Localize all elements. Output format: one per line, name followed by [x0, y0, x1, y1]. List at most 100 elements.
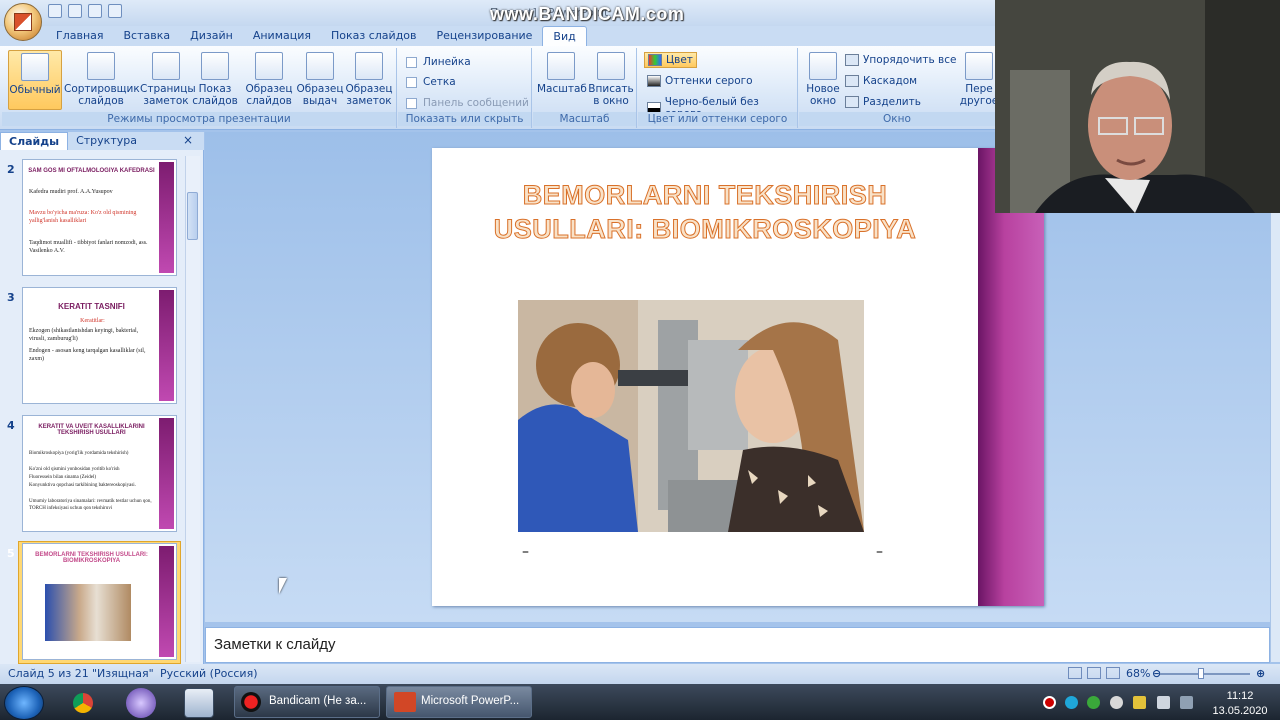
- tab-animation[interactable]: Анимация: [243, 26, 321, 46]
- arrange-all-button[interactable]: Упорядочить все: [845, 54, 956, 66]
- explorer-icon[interactable]: [184, 688, 214, 718]
- status-bar: Слайд 5 из 21 "Изящная" Русский (Россия)…: [0, 664, 1280, 684]
- slide-number: 5: [7, 547, 15, 560]
- slide-accent-bar: [159, 546, 174, 657]
- notes-page-button[interactable]: Страницы заметок: [140, 50, 196, 107]
- tab-view[interactable]: Вид: [542, 26, 587, 46]
- skype-icon[interactable]: [1065, 696, 1078, 709]
- thumb-line: Mavzu bo'yicha ma'ruza: Ko'z old qismini…: [29, 210, 137, 224]
- group-color-grayscale: Цвет Оттенки серого Черно-белый без серо…: [638, 48, 798, 128]
- slide-thumbnail-2[interactable]: SAM GOS MI OFTALMOLOGIYA KAFEDRASI Kafed…: [22, 159, 177, 276]
- thumb-line: Ekzogen (shikastlanishdan keyingi, bakte…: [29, 328, 139, 342]
- start-button[interactable]: [4, 686, 44, 720]
- magnifier-icon: [547, 52, 575, 80]
- thumb-title: KERATIT VA UVEIT KASALLIKLARINI TEKSHIRI…: [38, 424, 145, 436]
- tab-home[interactable]: Главная: [46, 26, 114, 46]
- group-window: Новое окно Упорядочить все Каскадом Разде…: [799, 48, 998, 128]
- normal-view-icon[interactable]: [1068, 667, 1082, 679]
- slide-thumbnail-4[interactable]: KERATIT VA UVEIT KASALLIKLARINI TEKSHIRI…: [22, 415, 177, 532]
- office-button[interactable]: [4, 3, 42, 41]
- cascade-button[interactable]: Каскадом: [845, 75, 917, 87]
- ruler-checkbox[interactable]: Линейка: [406, 56, 471, 68]
- message-bar-checkbox: Панель сообщений: [406, 97, 529, 109]
- zoom-in-icon[interactable]: ⊕: [1256, 667, 1265, 680]
- language[interactable]: Русский (Россия): [160, 667, 258, 680]
- normal-view-button[interactable]: Обычный: [8, 50, 62, 110]
- slide-show-button[interactable]: Показ слайдов: [192, 50, 238, 107]
- grayscale-icon: [647, 75, 661, 87]
- slide-master-button[interactable]: Образец слайдов: [244, 50, 294, 107]
- flag-icon[interactable]: [1133, 696, 1146, 709]
- split-icon: [845, 96, 859, 108]
- zoom-slider[interactable]: [1160, 673, 1250, 675]
- grayscale-button[interactable]: Оттенки серого: [647, 75, 753, 87]
- slide-sorter-icon: [87, 52, 115, 80]
- record-tray-icon[interactable]: [1043, 696, 1056, 709]
- notes-master-button[interactable]: Образец заметок: [344, 50, 394, 107]
- group-label: Окно: [799, 112, 995, 126]
- tab-slideshow[interactable]: Показ слайдов: [321, 26, 427, 46]
- grid-checkbox[interactable]: Сетка: [406, 76, 456, 88]
- tab-review[interactable]: Рецензирование: [427, 26, 543, 46]
- fit-window-icon: [597, 52, 625, 80]
- tab-outline[interactable]: Структура: [68, 132, 145, 150]
- tab-insert[interactable]: Вставка: [114, 26, 181, 46]
- slide-photo[interactable]: [518, 300, 864, 532]
- slide-accent-bar: [159, 290, 174, 401]
- split-button[interactable]: Разделить: [845, 96, 921, 108]
- slide-dash-right: –: [876, 544, 883, 560]
- ribbon: Обычный Сортировщик слайдов Страницы замет…: [0, 46, 998, 130]
- undo-icon[interactable]: [68, 4, 82, 18]
- slide-thumbnail-3[interactable]: KERATIT TASNIFI Keratitlar: Ekzogen (shi…: [22, 287, 177, 404]
- slide-sorter-button[interactable]: Сортировщик слайдов: [64, 50, 140, 107]
- recorder-watermark: www.BANDICAM.com: [490, 4, 685, 24]
- print-icon[interactable]: [108, 4, 122, 18]
- group-show-hide: Линейка Сетка Панель сообщений Показать …: [398, 48, 532, 128]
- chrome-icon[interactable]: [68, 688, 98, 718]
- normal-view-icon: [21, 53, 49, 81]
- record-icon: [241, 692, 261, 712]
- slide-show-icon: [201, 52, 229, 80]
- group-presentation-views: Обычный Сортировщик слайдов Страницы замет…: [2, 48, 397, 128]
- thumb-line: Konyunktiva qopchasi tarkibining baktere…: [29, 483, 136, 488]
- slide-title[interactable]: BEMORLARNI TEKSHIRISH USULLARI: BIOMIKROS…: [480, 178, 930, 246]
- save-icon[interactable]: [48, 4, 62, 18]
- thumb-title: KERATIT TASNIFI: [58, 302, 125, 311]
- app-tray-icon[interactable]: [1087, 696, 1100, 709]
- new-window-button[interactable]: Новое окно: [803, 50, 843, 107]
- slide-thumbnail-5[interactable]: BEMORLARNI TEKSHIRISH USULLARI: BIOMIKRO…: [22, 543, 177, 660]
- theme-name: "Изящная": [92, 667, 154, 680]
- fit-to-window-button[interactable]: Вписать в окно: [587, 50, 635, 107]
- group-zoom: Масштаб Вписать в окно Масштаб: [533, 48, 637, 128]
- scrollbar-thumb[interactable]: [187, 192, 198, 240]
- thumb-line: Endogen - asosan keng tarqalgan kasallik…: [29, 348, 146, 362]
- thumb-line: Taqdimot muallifi - tibbiyot fanlari nom…: [29, 240, 148, 254]
- redo-icon[interactable]: [88, 4, 102, 18]
- tab-slides[interactable]: Слайды: [0, 132, 69, 150]
- switch-windows-button[interactable]: Пере другое: [959, 50, 999, 107]
- thumb-line: Biomikroskopiya (yorig'lik yordamida tek…: [29, 451, 129, 456]
- sorter-view-icon[interactable]: [1087, 667, 1101, 679]
- color-button[interactable]: Цвет: [644, 52, 697, 68]
- volume-icon[interactable]: [1157, 696, 1170, 709]
- zoom-button[interactable]: Масштаб: [537, 50, 587, 95]
- slideshow-view-icon[interactable]: [1106, 667, 1120, 679]
- close-pane-icon[interactable]: ×: [183, 133, 193, 147]
- presenter-webcam: [995, 0, 1280, 213]
- slide-number: 4: [7, 419, 15, 432]
- slide-accent-bar: [978, 148, 1044, 606]
- tab-design[interactable]: Дизайн: [180, 26, 243, 46]
- media-player-icon[interactable]: [126, 688, 156, 718]
- notes-field[interactable]: Заметки к слайду: [205, 627, 1270, 663]
- taskbar-clock[interactable]: 11:12 13.05.2020: [1200, 689, 1280, 719]
- zoom-slider-knob[interactable]: [1198, 668, 1204, 679]
- network-icon[interactable]: [1110, 696, 1123, 709]
- zoom-level[interactable]: 68%: [1126, 667, 1150, 680]
- display-icon[interactable]: [1180, 696, 1193, 709]
- handout-master-button[interactable]: Образец выдач: [296, 50, 344, 107]
- group-label: Цвет или оттенки серого: [638, 112, 797, 126]
- slides-pane-tabs: Слайды Структура: [0, 132, 204, 150]
- thumb-subtitle: Keratitlar:: [80, 318, 105, 324]
- new-window-icon: [809, 52, 837, 80]
- slide-number: 2: [7, 163, 15, 176]
